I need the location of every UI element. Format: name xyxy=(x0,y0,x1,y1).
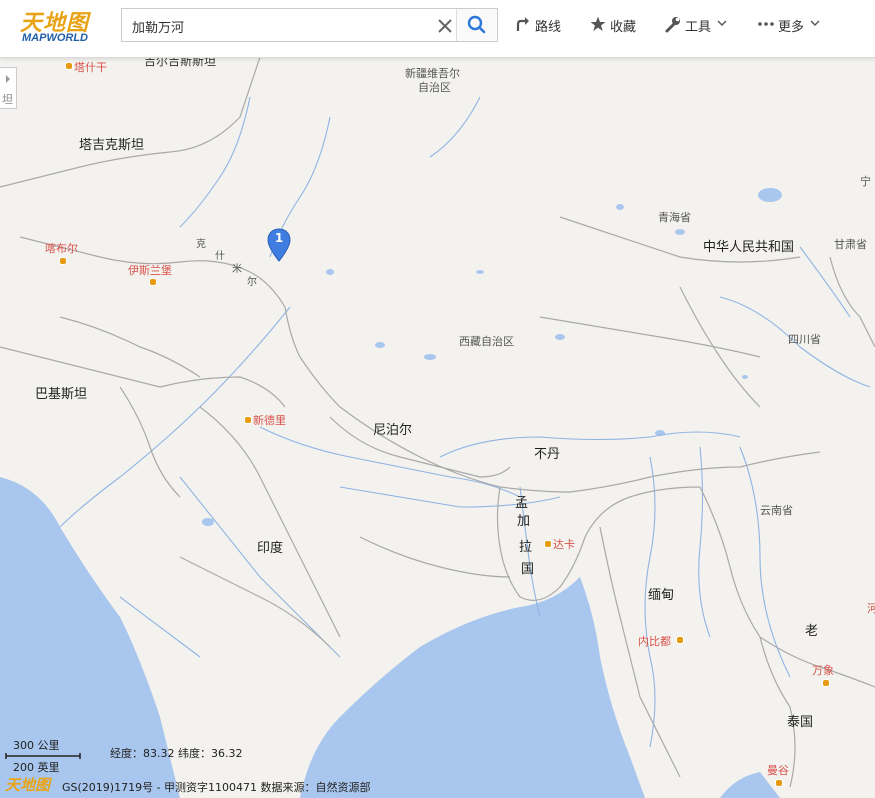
label-qinghai: 青海省 xyxy=(658,211,691,224)
label-india: 印度 xyxy=(257,541,284,556)
label-kashmir-2: 什 xyxy=(215,251,225,262)
label-kashmir-4: 尔 xyxy=(247,277,257,288)
favorites-button[interactable]: 收藏 xyxy=(590,14,640,36)
search-button[interactable] xyxy=(456,9,497,41)
label-new-delhi: 新德里 xyxy=(253,414,286,427)
coordinate-readout: 经度：83.32 纬度：36.32 xyxy=(110,747,243,760)
search-icon xyxy=(467,15,486,34)
route-icon xyxy=(516,17,529,31)
label-bangladesh-3: 拉 xyxy=(519,540,533,555)
copyright-text: GS(2019)1719号 - 甲测资字1100471 数据来源：自然资源部 xyxy=(62,781,371,794)
label-kabul: 喀布尔 xyxy=(45,242,78,255)
city-dot-naypyidaw xyxy=(676,636,684,644)
label-kashmir-1: 克 xyxy=(196,239,206,250)
search-box xyxy=(121,8,498,43)
label-naypyidaw: 内比都 xyxy=(638,635,671,648)
label-xinjiang-2: 自治区 xyxy=(418,81,451,94)
tools-label: 工具 xyxy=(685,20,712,35)
city-dot-vientiane xyxy=(822,679,830,687)
label-pakistan: 巴基斯坦 xyxy=(35,387,88,402)
logo-english: MAPWORLD xyxy=(22,32,88,44)
more-button[interactable]: 更多 xyxy=(758,14,828,36)
scale-km: 300 公里 xyxy=(13,739,60,752)
star-icon xyxy=(590,16,606,31)
label-gansu: 甘肃省 xyxy=(834,238,867,251)
map-base-layer xyxy=(0,57,875,798)
city-dot-kashgar xyxy=(65,62,73,70)
label-yunnan: 云南省 xyxy=(760,504,793,517)
city-dot-dhaka xyxy=(544,540,552,548)
label-vientiane: 万象 xyxy=(812,664,834,677)
city-dot-islamabad xyxy=(149,278,157,286)
label-nepal: 尼泊尔 xyxy=(373,423,413,438)
label-bangladesh-1: 孟 xyxy=(515,496,529,511)
more-label: 更多 xyxy=(778,20,805,35)
scale-bar: 300 公里 200 英里 xyxy=(5,737,83,775)
city-dot-new-delhi xyxy=(244,416,252,424)
label-sichuan: 四川省 xyxy=(788,333,821,346)
tianditu-logo[interactable]: 天地图 MAPWORLD xyxy=(20,5,100,47)
label-laos: 老 xyxy=(805,624,819,639)
search-input[interactable] xyxy=(130,9,434,43)
label-tajikistan: 塔吉克斯坦 xyxy=(79,138,145,153)
label-bhutan: 不丹 xyxy=(534,447,561,462)
map-canvas[interactable]: 吉尔吉斯斯坦 塔什干 新疆维吾尔 自治区 塔吉克斯坦 青海省 中华人民共和国 甘… xyxy=(0,57,875,798)
label-tibet: 西藏自治区 xyxy=(459,335,514,348)
marker-number: 1 xyxy=(274,231,284,245)
route-label: 路线 xyxy=(535,20,562,35)
label-ningxia-partial: 宁 xyxy=(860,175,871,188)
label-islamabad: 伊斯兰堡 xyxy=(128,264,172,277)
label-kashmir-3: 米 xyxy=(232,264,242,275)
top-bar: 天地图 MAPWORLD 路线 收藏 工具 xyxy=(0,0,875,58)
label-china: 中华人民共和国 xyxy=(703,240,795,255)
label-kyrgyzstan: 吉尔吉斯斯坦 xyxy=(144,57,217,68)
city-dot-kabul xyxy=(59,257,67,265)
tools-button[interactable]: 工具 xyxy=(665,14,730,36)
scale-mi: 200 英里 xyxy=(13,761,60,774)
label-myanmar: 缅甸 xyxy=(648,588,675,603)
label-thailand: 泰国 xyxy=(787,715,814,730)
map-pin-marker[interactable]: 1 xyxy=(266,228,292,262)
label-hanoi-partial: 河 xyxy=(867,602,875,615)
more-dots-icon xyxy=(758,22,774,26)
sidebar-toggle-tab[interactable]: 坦 xyxy=(0,67,17,109)
label-bangkok: 曼谷 xyxy=(767,764,789,777)
label-kashgar: 塔什干 xyxy=(74,61,107,74)
city-dot-bangkok xyxy=(775,779,783,787)
sidebar-tab-label: 坦 xyxy=(2,93,13,106)
route-button[interactable]: 路线 xyxy=(515,14,565,36)
chevron-right-icon xyxy=(6,75,10,83)
footer-logo: 天地图 xyxy=(5,776,51,794)
chevron-down-icon xyxy=(810,20,820,26)
label-dhaka: 达卡 xyxy=(553,538,575,551)
close-icon[interactable] xyxy=(434,15,456,37)
chevron-down-icon xyxy=(717,20,727,26)
label-bangladesh-2: 加 xyxy=(517,514,531,529)
label-bangladesh-4: 国 xyxy=(521,562,535,577)
wrench-icon xyxy=(665,17,680,33)
favorites-label: 收藏 xyxy=(610,20,637,35)
